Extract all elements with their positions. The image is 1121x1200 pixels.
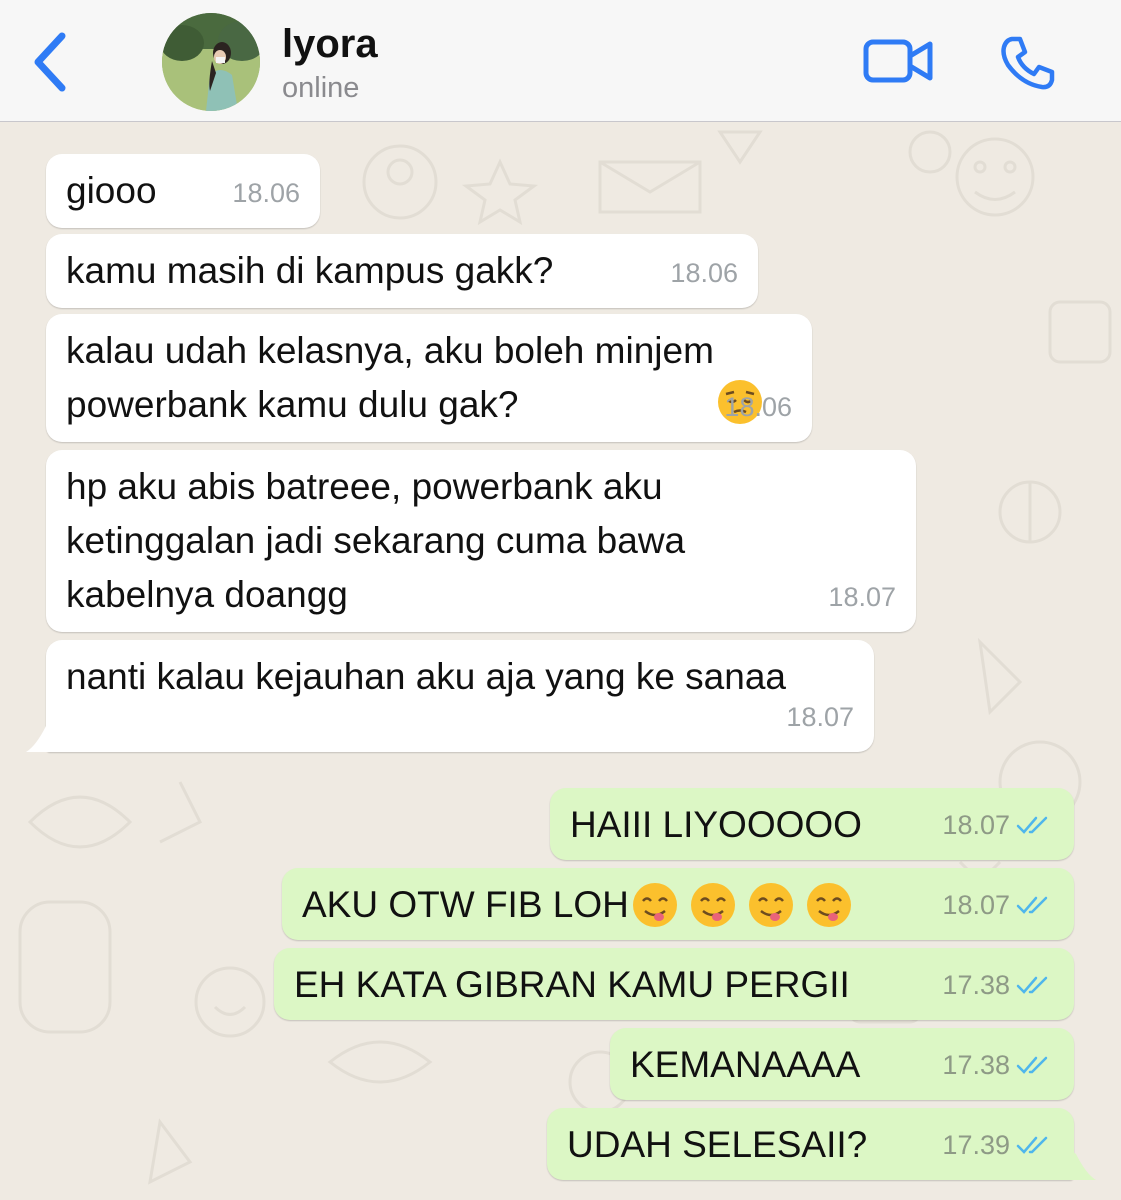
yum-face-icon	[690, 883, 735, 927]
outgoing-message[interactable]: HAIII LIYOOOOO 18.07	[550, 788, 1074, 860]
chat-header: lyora online	[0, 0, 1121, 122]
contact-status: online	[282, 72, 360, 104]
message-text: AKU OTW FIB LOH	[302, 884, 629, 925]
message-text: hp aku abis batreee, powerbank aku ketin…	[66, 466, 686, 615]
avatar[interactable]	[162, 13, 260, 111]
message-time: 18.06	[232, 178, 300, 208]
message-time: 18.07	[942, 890, 1010, 920]
message-time: 17.38	[942, 970, 1010, 1000]
outgoing-message[interactable]: AKU OTW FIB LOH 18.07	[282, 868, 1074, 940]
incoming-message[interactable]: kamu masih di kampus gakk? 18.06	[46, 234, 758, 308]
yum-face-icon	[632, 883, 677, 927]
read-receipt-icon	[1016, 976, 1048, 994]
message-list[interactable]: giooo 18.06 kamu masih di kampus gakk? 1…	[0, 122, 1121, 1200]
video-call-button[interactable]	[862, 36, 936, 86]
contact-name[interactable]: lyora	[282, 22, 378, 67]
message-text: kamu masih di kampus gakk?	[66, 250, 554, 291]
message-time: 18.07	[828, 582, 896, 612]
message-time: 17.38	[942, 1050, 1010, 1080]
incoming-message[interactable]: hp aku abis batreee, powerbank aku ketin…	[46, 450, 916, 632]
message-text: EH KATA GIBRAN KAMU PERGII	[294, 964, 850, 1005]
message-time: 18.07	[942, 810, 1010, 840]
yum-face-icon	[806, 883, 851, 927]
back-button[interactable]	[26, 30, 80, 94]
bubble-tail	[26, 722, 52, 752]
read-receipt-icon	[1016, 896, 1048, 914]
incoming-message[interactable]: nanti kalau kejauhan aku aja yang ke san…	[46, 640, 874, 752]
voice-call-button[interactable]	[998, 33, 1058, 93]
outgoing-message[interactable]: EH KATA GIBRAN KAMU PERGII 17.38	[274, 948, 1074, 1020]
message-text: nanti kalau kejauhan aku aja yang ke san…	[66, 656, 786, 697]
outgoing-message[interactable]: UDAH SELESAII? 17.39	[547, 1108, 1074, 1180]
outgoing-message[interactable]: KEMANAAAA 17.38	[610, 1028, 1074, 1100]
phone-icon	[1001, 36, 1055, 90]
chevron-left-icon	[34, 32, 66, 92]
video-camera-icon	[863, 39, 933, 83]
message-time: 17.39	[942, 1130, 1010, 1160]
message-time: 18.06	[724, 392, 792, 422]
yum-face-icon	[748, 883, 793, 927]
message-time: 18.07	[786, 702, 854, 732]
bubble-tail	[1070, 1150, 1096, 1180]
read-receipt-icon	[1016, 1056, 1048, 1074]
incoming-message[interactable]: giooo 18.06	[46, 154, 320, 228]
avatar-photo	[162, 13, 260, 111]
read-receipt-icon	[1016, 816, 1048, 834]
incoming-message[interactable]: kalau udah kelasnya, aku boleh minjem po…	[46, 314, 812, 442]
message-text: kalau udah kelasnya, aku boleh minjem po…	[66, 330, 714, 425]
read-receipt-icon	[1016, 1136, 1048, 1154]
message-time: 18.06	[670, 258, 738, 288]
